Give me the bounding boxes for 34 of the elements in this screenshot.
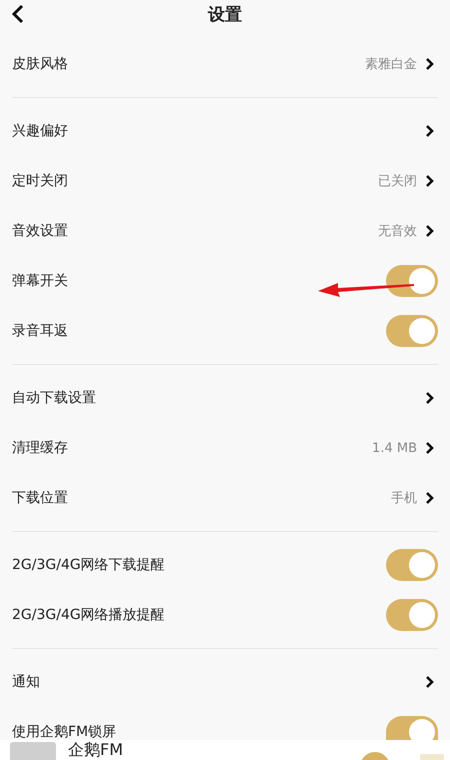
setting-value: 素雅白金 xyxy=(365,56,417,73)
toggle-switch[interactable] xyxy=(386,549,438,581)
setting-label: 录音耳返 xyxy=(12,322,69,340)
setting-label: 音效设置 xyxy=(12,222,69,240)
chevron-icon[interactable] xyxy=(425,391,434,405)
setting-label: 下载位置 xyxy=(12,489,69,507)
chevron-icon[interactable] xyxy=(425,675,434,689)
setting-value: 无音效 xyxy=(378,223,417,240)
toggle-switch[interactable] xyxy=(386,265,438,297)
toggle-switch[interactable] xyxy=(386,599,438,631)
setting-value: 已关闭 xyxy=(378,173,417,190)
chevron-icon[interactable] xyxy=(425,124,434,138)
toggle-switch[interactable] xyxy=(386,716,438,740)
setting-label: 通知 xyxy=(12,673,41,691)
chevron-icon[interactable] xyxy=(425,174,434,188)
setting-label: 皮肤风格 xyxy=(12,55,69,73)
setting-label: 2G/3G/4G网络下载提醒 xyxy=(12,556,166,574)
setting-label: 弹幕开关 xyxy=(12,272,69,290)
player-title: 企鹅FM xyxy=(68,741,124,759)
setting-label: 自动下载设置 xyxy=(12,389,97,407)
setting-label: 清理缓存 xyxy=(12,439,69,457)
setting-label: 2G/3G/4G网络播放提醒 xyxy=(12,606,166,624)
setting-label: 兴趣偏好 xyxy=(12,122,69,140)
setting-value: 1.4 MB xyxy=(372,440,417,456)
setting-value: 手机 xyxy=(391,490,417,507)
setting-label: 使用企鹅FM锁屏 xyxy=(12,723,118,741)
toggle-switch[interactable] xyxy=(386,315,438,347)
chevron-icon[interactable] xyxy=(425,224,434,238)
setting-label: 定时关闭 xyxy=(12,172,69,190)
chevron-icon[interactable] xyxy=(425,491,434,505)
page-title: 设置 xyxy=(208,4,242,26)
chevron-icon[interactable] xyxy=(425,57,434,71)
chevron-icon[interactable] xyxy=(425,441,434,455)
back-icon[interactable] xyxy=(11,4,25,24)
